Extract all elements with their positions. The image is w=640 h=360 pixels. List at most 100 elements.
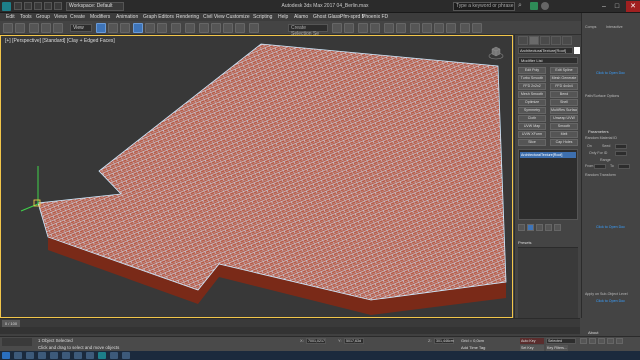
maxscript-listener[interactable] [2, 338, 32, 346]
modifier-button[interactable]: Bend [550, 91, 578, 98]
modifier-button[interactable]: Cap Holes [550, 139, 578, 146]
menu-tools[interactable]: Tools [20, 13, 32, 21]
snap-icon[interactable] [199, 23, 209, 33]
modifier-button[interactable]: FFD 4x4x4 [550, 83, 578, 90]
modifier-button[interactable]: Unwrap UVW [550, 115, 578, 122]
menu-pfm[interactable]: Pfm-sprd 5 [340, 13, 364, 21]
modifier-button[interactable]: Mesh Generate [550, 75, 578, 82]
modifier-button[interactable]: Cloth [518, 115, 546, 122]
viewport-label[interactable]: [+] [Perspective] [Standard] [Clay + Edg… [5, 38, 115, 44]
menu-animation[interactable]: Animation [116, 13, 138, 21]
menu-scripting[interactable]: Scripting [253, 13, 272, 21]
rect-select-icon[interactable] [120, 23, 130, 33]
modifier-button[interactable]: FFD 2x2x2 [518, 83, 546, 90]
modifier-button[interactable]: Mesh Smooth [518, 91, 546, 98]
mirror-icon[interactable] [332, 23, 342, 33]
help-link[interactable]: Click to Open Doc [596, 299, 625, 303]
undo-icon[interactable] [44, 2, 52, 10]
modifier-button[interactable]: UVW Map [518, 123, 546, 130]
from-spinner[interactable] [594, 164, 606, 169]
object-color-swatch[interactable] [574, 47, 580, 54]
taskbar-app-icon[interactable] [122, 352, 130, 359]
menu-phoenix[interactable]: Phoenix FD [362, 13, 388, 21]
minimize-icon[interactable]: – [598, 1, 610, 12]
prev-frame-icon[interactable] [589, 338, 596, 344]
render-cloud-icon[interactable] [472, 23, 482, 33]
modifier-button[interactable]: MultiRes Surface [550, 107, 578, 114]
unlink-icon[interactable] [41, 23, 51, 33]
open-file-icon[interactable] [24, 2, 32, 10]
menu-views[interactable]: Views [54, 13, 67, 21]
rotate-icon[interactable] [145, 23, 155, 33]
maximize-icon[interactable]: □ [611, 1, 623, 12]
workspace-dropdown[interactable]: Workspace: Default [66, 2, 124, 11]
taskbar-app-icon[interactable] [38, 352, 46, 359]
about-rollout-header[interactable]: About [588, 330, 598, 335]
modifier-stack[interactable]: ArchitecturalTexture[Roof] [518, 149, 578, 220]
show-end-result-icon[interactable] [527, 224, 534, 231]
track-bar[interactable] [0, 327, 580, 336]
hierarchy-tab-icon[interactable] [540, 36, 550, 45]
to-spinner[interactable] [618, 164, 630, 169]
3dsmax-logo-icon[interactable] [2, 2, 11, 11]
align-icon[interactable] [344, 23, 354, 33]
menu-alamo[interactable]: Alamo [294, 13, 308, 21]
viewcube-icon[interactable] [488, 44, 504, 60]
modifier-list-dropdown[interactable]: Modifier List [518, 57, 578, 64]
taskbar-app-icon[interactable] [62, 352, 70, 359]
search-icon[interactable]: ⌕ [518, 2, 526, 10]
percent-snap-icon[interactable] [223, 23, 233, 33]
modify-tab-icon[interactable] [529, 36, 539, 45]
id-spinner[interactable] [615, 151, 627, 156]
edit-named-sel-icon[interactable] [249, 23, 259, 33]
menu-modifiers[interactable]: Modifiers [90, 13, 110, 21]
time-slider[interactable]: 0 / 100 [0, 318, 580, 327]
perspective-viewport[interactable]: [+] [Perspective] [Standard] [Clay + Edg… [0, 35, 513, 318]
configure-sets-icon[interactable] [554, 224, 561, 231]
go-start-icon[interactable] [580, 338, 587, 344]
go-end-icon[interactable] [616, 338, 623, 344]
make-unique-icon[interactable] [536, 224, 543, 231]
tab-comps[interactable]: Comps [585, 25, 596, 29]
rendered-frame-icon[interactable] [434, 23, 444, 33]
taskbar-app-icon[interactable] [86, 352, 94, 359]
move-icon[interactable] [133, 23, 143, 33]
spinner-snap-icon[interactable] [235, 23, 245, 33]
schematic-view-icon[interactable] [396, 23, 406, 33]
pin-stack-icon[interactable] [518, 224, 525, 231]
menu-group[interactable]: Group [36, 13, 50, 21]
link-icon[interactable] [29, 23, 39, 33]
tab-interactive[interactable]: Interactive [606, 25, 623, 29]
scale-icon[interactable] [157, 23, 167, 33]
toggle-ribbon-icon[interactable] [370, 23, 380, 33]
start-icon[interactable] [2, 352, 10, 359]
search-input[interactable]: Type a keyword or phrase [453, 2, 515, 11]
help-icon[interactable] [541, 2, 549, 10]
x-coordinate[interactable]: 7001,0217 [306, 338, 326, 344]
add-time-tag[interactable]: Add Time Tag [461, 345, 485, 350]
next-frame-icon[interactable] [607, 338, 614, 344]
select-by-name-icon[interactable] [108, 23, 118, 33]
y-coordinate[interactable]: 5017,63d [344, 338, 364, 344]
modifier-button[interactable]: Edit Spline [550, 67, 578, 74]
modifier-button[interactable]: Shell [550, 99, 578, 106]
remove-modifier-icon[interactable] [545, 224, 552, 231]
new-file-icon[interactable] [14, 2, 22, 10]
save-file-icon[interactable] [34, 2, 42, 10]
vray-icon[interactable] [460, 23, 470, 33]
help-link[interactable]: Click to Open Doc [596, 71, 625, 75]
taskbar-app-icon[interactable] [50, 352, 58, 359]
modifier-button[interactable]: Smooth [550, 123, 578, 130]
menu-graph-editors[interactable]: Graph Editors [143, 13, 174, 21]
key-set-dropdown[interactable]: Selected [546, 338, 576, 344]
named-selection-set-dropdown[interactable]: Create Selection Se [288, 24, 328, 37]
menu-ghost-glass[interactable]: Ghost Glass [313, 13, 341, 21]
redo-icon[interactable] [15, 23, 25, 33]
menu-rendering[interactable]: Rendering [176, 13, 199, 21]
undo-icon[interactable] [3, 23, 13, 33]
reference-coord-icon[interactable] [171, 23, 181, 33]
menu-customize[interactable]: Customize [226, 13, 250, 21]
selection-filter-dropdown[interactable]: View [70, 24, 92, 32]
modifier-button[interactable]: Symmetry [518, 107, 546, 114]
z-coordinate[interactable]: 301,446cm [434, 338, 454, 344]
